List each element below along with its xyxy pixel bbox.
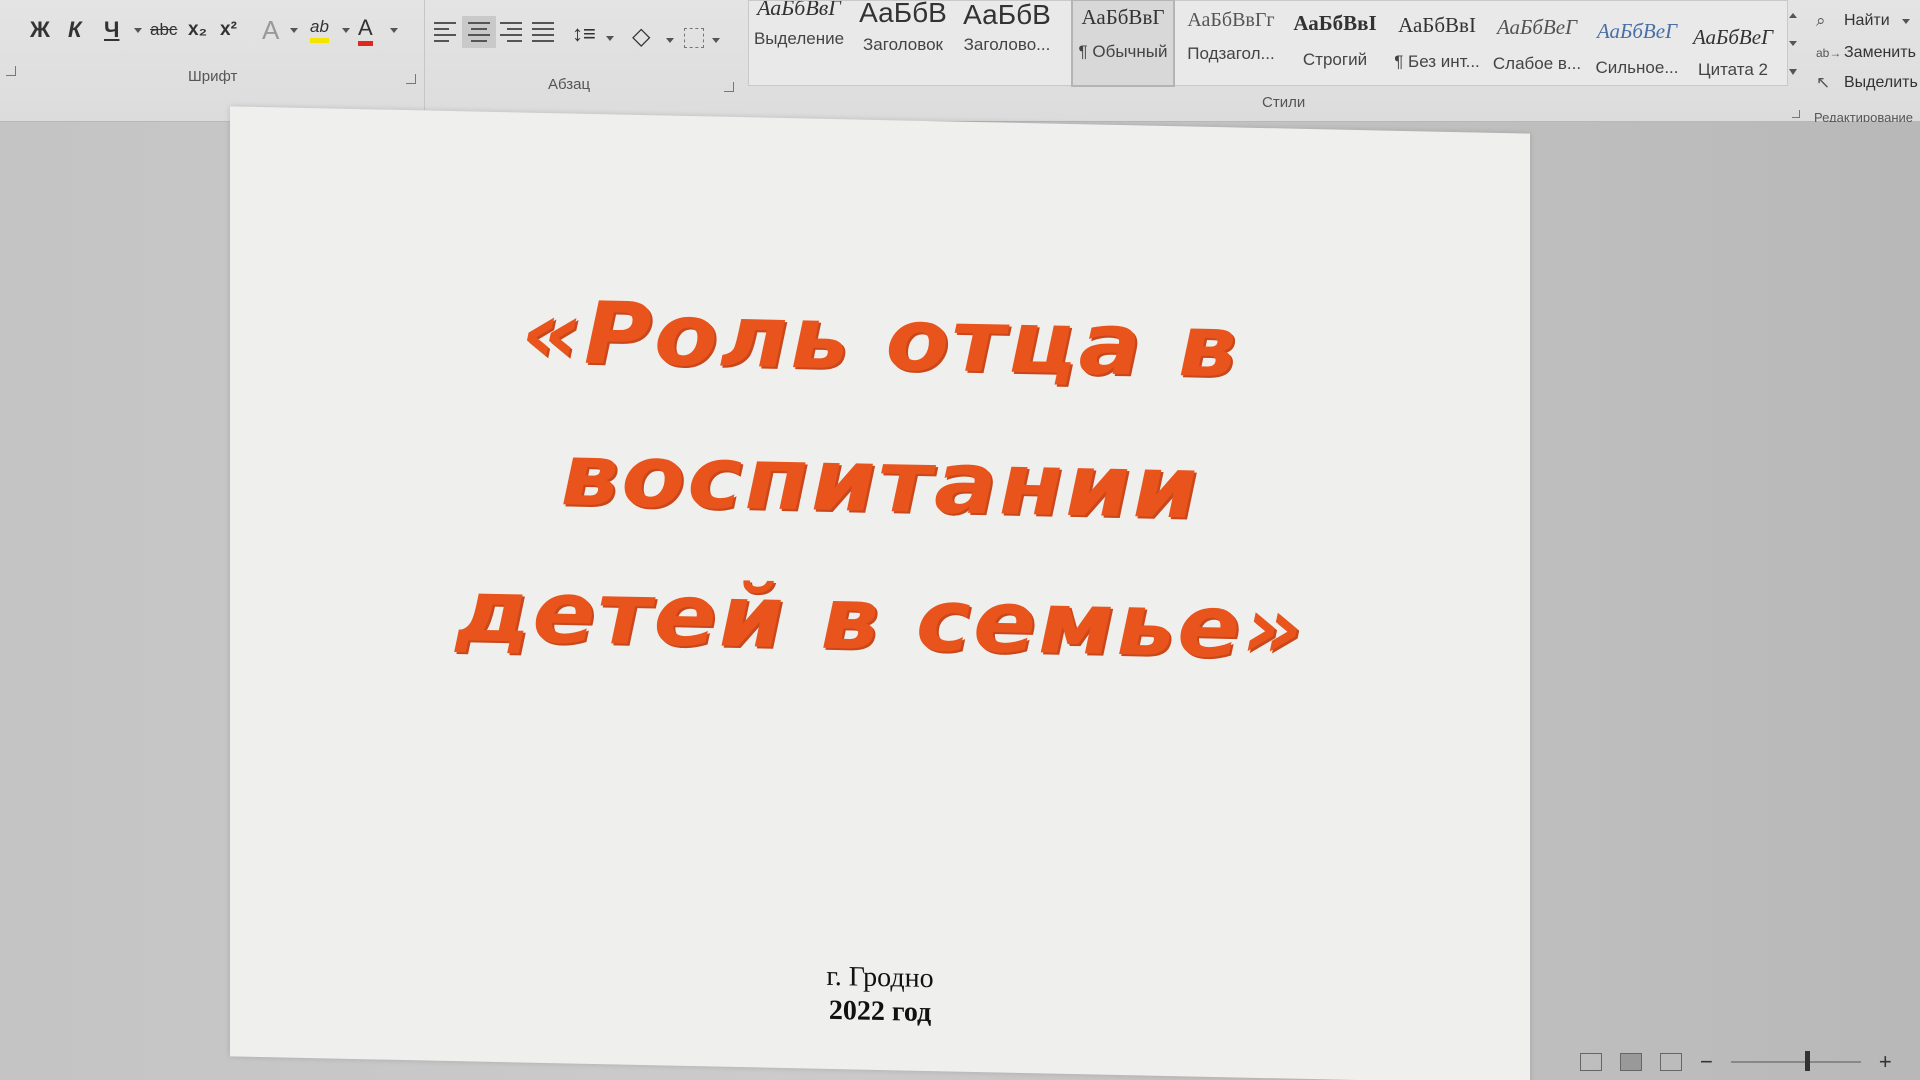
style-preview: АаБбВвГ [757, 1, 841, 20]
replace-label: Заменить [1844, 44, 1916, 61]
group-divider [424, 0, 425, 110]
status-bar: − + [1580, 1044, 1920, 1080]
style-name: Заголовок [863, 35, 943, 54]
style-intense-emphasis[interactable]: АаБбВеГ Сильное... [1587, 1, 1687, 85]
line-spacing-icon[interactable]: ↕≡ [572, 14, 596, 54]
align-left-button[interactable] [434, 22, 456, 42]
font-group-label: Шрифт [188, 68, 238, 85]
style-preview: АаБбВвІ [1398, 13, 1476, 37]
style-name: ¶ Без инт... [1394, 52, 1480, 71]
shading-icon[interactable]: ◇ [632, 16, 650, 56]
text-effects-button[interactable]: A [262, 10, 279, 50]
style-name: Сильное... [1595, 58, 1679, 77]
select-label: Выделить [1844, 74, 1918, 91]
clipboard-dialog-launcher-icon[interactable] [6, 66, 16, 76]
gallery-down-icon[interactable] [1789, 40, 1797, 46]
find-button[interactable]: ⌕ Найти [1816, 8, 1910, 34]
style-name: Цитата 2 [1698, 60, 1768, 79]
styles-dialog-launcher-icon[interactable] [1792, 110, 1800, 118]
style-strong[interactable]: АаБбВвІ Строгий [1285, 1, 1385, 85]
style-subtle-emphasis[interactable]: АаБбВеГ Слабое в... [1487, 1, 1587, 85]
style-name: Строгий [1302, 50, 1368, 69]
style-preview: АаБбВ [963, 1, 1051, 30]
style-preview: АаБбВеГ [1596, 19, 1678, 43]
paragraph-dialog-launcher-icon[interactable] [724, 82, 734, 92]
print-layout-icon[interactable] [1620, 1053, 1642, 1071]
style-heading-1[interactable]: АаБбВ Заголовок [853, 1, 953, 85]
style-preview: АаБбВеГ [1692, 25, 1774, 49]
web-layout-icon[interactable] [1660, 1053, 1682, 1071]
styles-group-label: Стили [1262, 94, 1306, 111]
line-spacing-dropdown-icon[interactable] [606, 36, 614, 41]
justify-button[interactable] [532, 22, 554, 42]
title-line-3: детей в семье» [455, 561, 1305, 679]
style-preview: АаБбВеГ [1496, 15, 1578, 39]
title-line-1: «Роль отца в [521, 282, 1239, 398]
highlight-label: ab [310, 17, 329, 43]
style-name: ¶ Обычный [1078, 42, 1168, 61]
gallery-more-icon[interactable] [1789, 68, 1797, 75]
font-color-button[interactable]: A [358, 10, 373, 50]
italic-button[interactable]: К [68, 10, 82, 50]
style-name: Выделение [753, 29, 845, 48]
style-preview: АаБбВвГг [1187, 9, 1275, 31]
font-color-label: A [358, 15, 373, 46]
strikethrough-button[interactable]: abc [150, 10, 177, 50]
replace-button[interactable]: ab→ Заменить [1816, 40, 1916, 66]
zoom-out-button[interactable]: − [1700, 1049, 1713, 1075]
highlight-button[interactable]: ab [310, 10, 329, 50]
style-emphasis[interactable]: АаБбВвГ Выделение [749, 1, 849, 85]
search-icon: ⌕ [1816, 11, 1826, 30]
style-name: Слабое в... [1492, 54, 1582, 73]
gallery-up-icon[interactable] [1789, 13, 1797, 19]
shading-dropdown-icon[interactable] [666, 38, 674, 43]
style-quote-2[interactable]: АаБбВеГ Цитата 2 [1683, 1, 1783, 85]
select-button[interactable]: ↖ Выделить [1816, 70, 1918, 96]
style-subtitle[interactable]: АаБбВвГг Подзагол... [1181, 1, 1281, 85]
highlight-dropdown-icon[interactable] [342, 28, 350, 33]
underline-dropdown-icon[interactable] [134, 28, 142, 33]
align-center-button[interactable] [462, 16, 496, 48]
zoom-slider-thumb[interactable] [1804, 1051, 1810, 1071]
text-effects-dropdown-icon[interactable] [290, 28, 298, 33]
style-name: Заголово... [963, 35, 1051, 54]
style-heading-2[interactable]: АаБбВ Заголово... [957, 1, 1057, 85]
style-preview: АаБбВвІ [1293, 11, 1377, 35]
find-dropdown-icon [1901, 18, 1910, 24]
style-preview: АаБбВвГ [1081, 5, 1165, 29]
borders-dropdown-icon[interactable] [712, 38, 720, 43]
style-preview: АаБбВ [859, 1, 947, 28]
font-color-dropdown-icon[interactable] [390, 28, 398, 33]
styles-gallery: АаБбВвГ Выделение АаБбВ Заголовок АаБбВ … [748, 0, 1788, 87]
read-mode-icon[interactable] [1580, 1053, 1602, 1071]
zoom-slider[interactable] [1730, 1051, 1861, 1071]
replace-icon: ab→ [1816, 46, 1842, 60]
styles-gallery-scroll[interactable] [1784, 2, 1802, 86]
style-no-spacing[interactable]: АаБбВвІ ¶ Без инт... [1387, 1, 1487, 85]
document-page[interactable]: «Роль отца в воспитании детей в семье» г… [230, 106, 1530, 1080]
subscript-button[interactable]: x₂ [188, 10, 207, 50]
zoom-in-button[interactable]: + [1879, 1049, 1892, 1075]
paragraph-group-label: Абзац [548, 76, 591, 93]
bold-button[interactable]: Ж [30, 10, 50, 50]
title-line-2: воспитании [560, 425, 1200, 539]
borders-icon[interactable] [684, 28, 704, 48]
cursor-icon: ↖ [1816, 73, 1831, 92]
superscript-button[interactable]: x² [220, 10, 237, 50]
ribbon: Ж К Ч abc x₂ x² A ab A Шрифт ↕≡ ◇ Абзац … [0, 0, 1920, 125]
underline-button[interactable]: Ч [104, 10, 119, 50]
find-label: Найти [1844, 12, 1890, 29]
align-right-button[interactable] [500, 22, 522, 42]
style-name: Подзагол... [1187, 44, 1275, 63]
font-dialog-launcher-icon[interactable] [406, 74, 416, 84]
style-normal[interactable]: АаБбВвГ ¶ Обычный [1071, 0, 1175, 87]
